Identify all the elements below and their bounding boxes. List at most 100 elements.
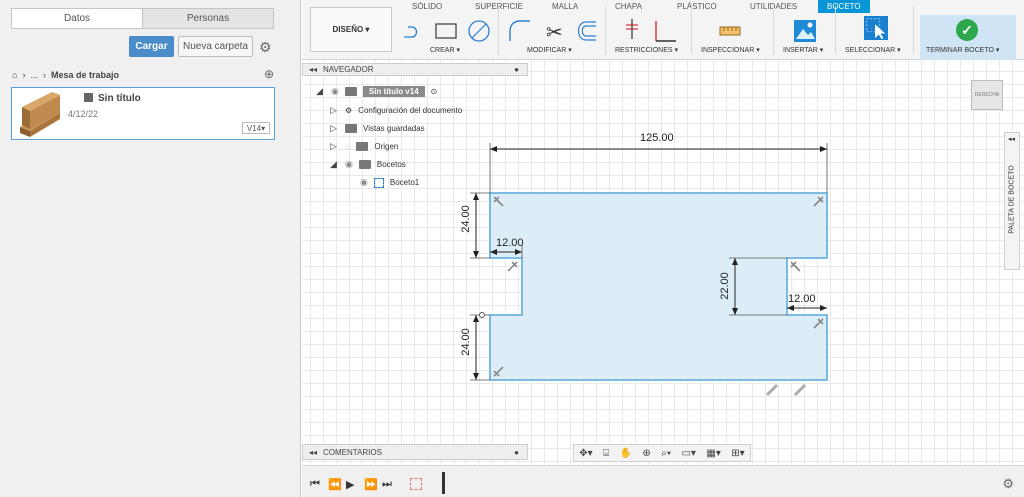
timeline-marker[interactable] [442, 472, 445, 494]
tab-superficie[interactable]: SUPERFICIE [475, 2, 523, 11]
version-dropdown[interactable]: V14▾ [242, 122, 270, 134]
breadcrumb-location: Mesa de trabajo [50, 70, 119, 80]
browser-item-origin[interactable]: ▷ ◌ Origen [330, 140, 398, 153]
modify-menu[interactable]: MODIFICAR ▾ [527, 46, 572, 54]
browser-item-doc-settings[interactable]: ▷ ⚙ Configuración del documento [330, 104, 462, 117]
file-name: Sin título [98, 93, 141, 104]
browser-item-sketches[interactable]: ◢ ◉ Bocetos [330, 158, 406, 171]
browser-item-label: Vistas guardadas [363, 124, 425, 133]
timeline-sketch-icon[interactable] [410, 478, 422, 490]
viewcube[interactable]: DERECHA [971, 80, 1003, 110]
activate-radio-icon[interactable]: ⊙ [431, 87, 438, 96]
browser-item-label: Bocetos [376, 160, 406, 169]
checkmark-icon: ✓ [956, 19, 978, 41]
dimension-notch-depth[interactable]: 12.00 [496, 237, 524, 249]
collapse-triangle-icon[interactable]: ◢ [316, 86, 325, 97]
browser-item-label: Configuración del documento [358, 106, 463, 115]
step-forward-icon[interactable]: ⏩ [364, 478, 378, 491]
image-icon[interactable] [793, 19, 817, 43]
browser-item-sketch1[interactable]: ◉ Boceto1 [360, 176, 419, 189]
folder-icon [345, 124, 357, 133]
dimension-slot-depth[interactable]: 12.00 [788, 293, 816, 305]
collapse-triangle-icon[interactable]: ◢ [330, 159, 339, 170]
dimension-slot-height[interactable]: 22.00 [719, 272, 731, 300]
look-at-icon[interactable]: ⌸ [603, 448, 609, 459]
folder-icon [358, 160, 371, 169]
toolbar-divider [498, 6, 499, 54]
tab-datos[interactable]: Datos [12, 9, 142, 28]
play-icon[interactable]: ▶ [346, 478, 354, 491]
insert-menu[interactable]: INSERTAR ▾ [783, 46, 823, 54]
tab-chapa[interactable]: CHAPA [615, 2, 642, 11]
skip-to-end-icon[interactable]: ⏭ [382, 478, 392, 491]
viewports-icon[interactable]: ⊞▾ [731, 448, 744, 459]
tab-boceto[interactable]: BOCETO [818, 0, 870, 13]
sketch-profile[interactable] [489, 192, 828, 381]
file-thumbnail [20, 92, 60, 137]
tab-plastico[interactable]: PLÁSTICO [677, 2, 717, 11]
file-card[interactable]: Sin título 4/12/22 V14▾ [11, 87, 275, 140]
home-icon[interactable]: ⌂ [12, 70, 17, 80]
settings-gear-icon: ⚙ [345, 106, 353, 115]
settings-gear-icon[interactable]: ⚙ [259, 39, 272, 56]
breadcrumb-ellipsis[interactable]: ... [30, 70, 38, 80]
sketch-palette-label: PALETA DE BOCETO [1008, 165, 1016, 234]
select-menu[interactable]: SELECCIONAR ▾ [845, 46, 901, 54]
display-settings-icon[interactable]: ▭▾ [681, 448, 695, 459]
collapse-icon[interactable]: ◂◂ [309, 65, 317, 74]
expand-triangle-icon[interactable]: ▷ [330, 123, 339, 134]
add-comment-icon[interactable]: ● [514, 448, 519, 457]
zoom-icon[interactable]: ⊕ [642, 448, 650, 459]
pin-icon[interactable]: ● [514, 65, 519, 74]
ruler-icon[interactable] [718, 19, 742, 43]
expand-triangle-icon[interactable]: ▷ [330, 141, 339, 152]
toolbar-divider [773, 6, 774, 54]
inspect-menu[interactable]: INSPECCIONAR ▾ [701, 46, 760, 54]
tab-malla[interactable]: MALLA [552, 2, 578, 11]
create-tools-icons[interactable] [402, 19, 492, 43]
constraint-tools-icons[interactable] [622, 19, 678, 43]
new-folder-button[interactable]: Nueva carpeta [178, 36, 253, 57]
visibility-eye-icon[interactable]: ◉ [360, 177, 368, 188]
tab-solido[interactable]: SÓLIDO [412, 2, 442, 11]
toolbar-divider [835, 6, 836, 54]
sketch-drawing[interactable] [302, 60, 1024, 465]
finish-sketch-button[interactable]: ✓ TERMINAR BOCETO ▾ [920, 15, 1016, 60]
create-menu[interactable]: CREAR ▾ [430, 46, 460, 54]
visibility-eye-icon[interactable]: ◌ [345, 142, 350, 152]
upload-button[interactable]: Cargar [129, 36, 174, 57]
dimension-bottom-height[interactable]: 24.00 [460, 328, 472, 356]
sketch-canvas[interactable]: 125.00 24.00 12.00 24.00 22.00 12.00 [302, 60, 1024, 465]
browser-item-named-views[interactable]: ▷ Vistas guardadas [330, 122, 425, 135]
timeline: ⏮ ⏪ ▶ ⏩ ⏭ ⚙ [302, 465, 1024, 497]
component-icon [84, 93, 93, 102]
dimension-width[interactable]: 125.00 [640, 132, 674, 144]
comments-panel[interactable]: ◂◂ COMENTARIOS ● [302, 444, 528, 460]
constraints-menu[interactable]: RESTRICCIONES ▾ [615, 46, 678, 54]
browser-title: NAVEGADOR [323, 65, 374, 74]
tab-personas[interactable]: Personas [142, 9, 273, 28]
breadcrumb: ⌂ › ... › Mesa de trabajo ⊕ [12, 67, 274, 82]
expand-triangle-icon[interactable]: ▷ [330, 105, 339, 116]
sketch-palette-tab[interactable]: ◂◂ PALETA DE BOCETO [1004, 132, 1020, 270]
pan-icon[interactable]: ✋ [620, 448, 632, 459]
orbit-icon[interactable]: ✥▾ [579, 448, 592, 459]
grid-icon[interactable]: ▦▾ [706, 448, 720, 459]
visibility-eye-icon[interactable]: ◉ [331, 86, 339, 97]
data-panel: Datos Personas Cargar Nueva carpeta ⚙ ⌂ … [0, 0, 301, 497]
timeline-settings-icon[interactable]: ⚙ [1002, 476, 1014, 492]
dimension-top-height[interactable]: 24.00 [460, 205, 472, 233]
skip-to-start-icon[interactable]: ⏮ [310, 478, 320, 491]
browser-header[interactable]: ◂◂ NAVEGADOR ● [302, 63, 528, 76]
fit-icon[interactable]: ⌕▾ [661, 448, 671, 459]
folder-icon [356, 142, 369, 151]
step-back-icon[interactable]: ⏪ [328, 478, 342, 491]
globe-icon[interactable]: ⊕ [264, 67, 274, 81]
visibility-eye-icon[interactable]: ◉ [345, 159, 353, 170]
select-icon[interactable] [863, 16, 889, 40]
expand-icon[interactable]: ◂◂ [309, 448, 317, 457]
modify-tools-icons[interactable]: ✂ [508, 19, 600, 43]
browser-root[interactable]: ◢ ◉ Sin título v14 ⊙ [316, 85, 437, 98]
chevron-right-icon: › [22, 70, 26, 80]
workspace-switcher[interactable]: DISEÑO ▾ [310, 7, 392, 52]
